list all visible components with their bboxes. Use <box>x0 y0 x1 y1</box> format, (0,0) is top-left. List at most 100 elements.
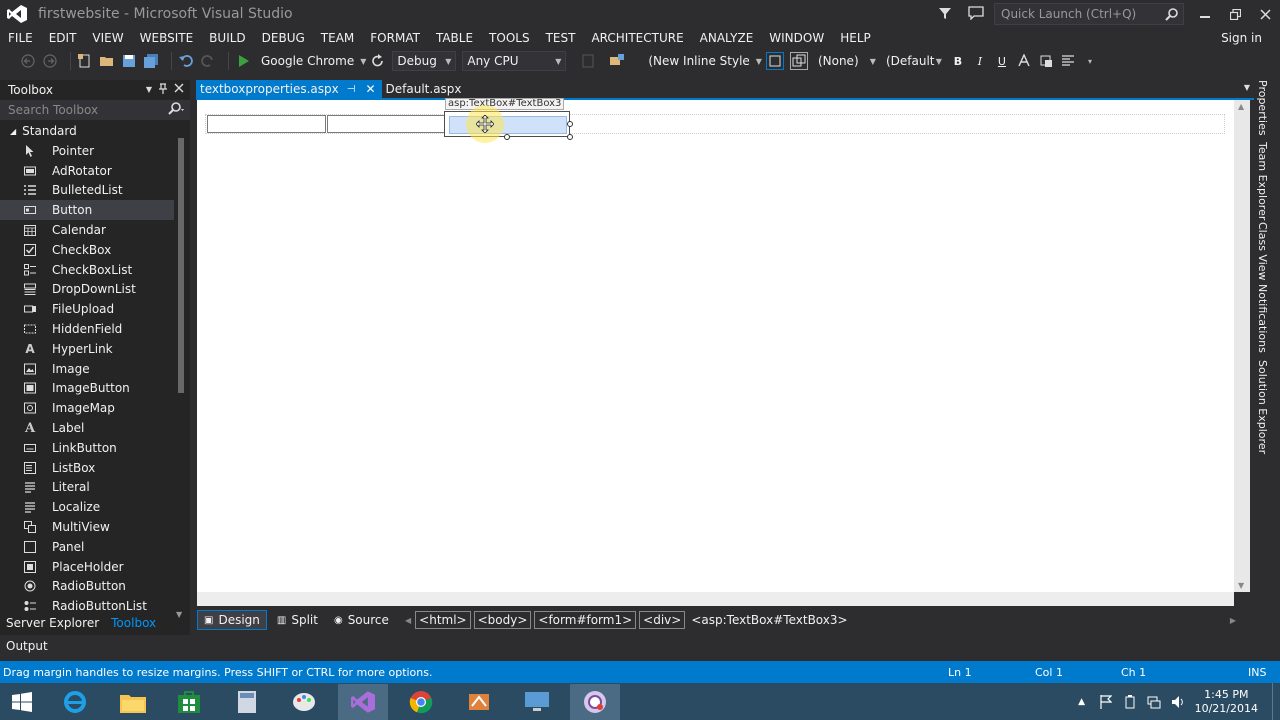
toolbox-item-dropdownlist[interactable]: DropDownList <box>0 280 174 300</box>
toolbox-item-placeholder[interactable]: PlaceHolder <box>0 557 174 577</box>
notification-filter-icon[interactable] <box>938 6 954 22</box>
tab-overflow-dropdown-icon[interactable]: ▼ <box>1244 83 1250 92</box>
scroll-down-icon[interactable]: ▼ <box>176 610 182 619</box>
font-select[interactable]: (Default ▼ <box>882 51 944 71</box>
tab-toolbox[interactable]: Toolbox <box>105 612 162 634</box>
italic-button[interactable]: I <box>972 53 988 69</box>
internet-explorer-icon[interactable] <box>50 684 100 720</box>
browser-select[interactable]: Google Chrome ▼ <box>257 51 370 71</box>
redo-icon[interactable] <box>200 53 216 69</box>
back-icon[interactable] <box>20 53 36 69</box>
store-icon[interactable] <box>164 684 214 720</box>
design-view-button[interactable]: ▣ Design <box>197 610 267 630</box>
scroll-down-icon[interactable]: ▼ <box>1238 581 1244 590</box>
breadcrumb-body[interactable]: <body> <box>473 611 532 629</box>
start-debug-icon[interactable] <box>235 53 251 69</box>
scrollbar-thumb[interactable] <box>178 138 184 393</box>
output-panel-tab[interactable]: Output <box>6 639 48 653</box>
pin-tab-icon[interactable]: ⊣ <box>347 84 356 95</box>
sign-in-link[interactable]: Sign in <box>1221 31 1262 45</box>
toolbox-item-bulletedlist[interactable]: BulletedList <box>0 181 174 201</box>
menu-analyze[interactable]: ANALYZE <box>692 28 762 48</box>
breadcrumb-div[interactable]: <div> <box>639 611 686 629</box>
quick-launch-input[interactable]: Quick Launch (Ctrl+Q) <box>994 3 1184 25</box>
solution-config-select[interactable]: Debug ▼ <box>392 51 457 71</box>
breadcrumb-html[interactable]: <html> <box>415 611 471 629</box>
resize-handle-middle-right[interactable] <box>567 121 573 127</box>
bold-button[interactable]: B <box>950 53 966 69</box>
tab-default-aspx[interactable]: Default.aspx <box>382 80 468 98</box>
start-button[interactable] <box>0 684 44 720</box>
toolbox-item-calendar[interactable]: Calendar <box>0 220 174 240</box>
show-overlay-icon[interactable] <box>789 52 808 70</box>
breadcrumb-prev-icon[interactable]: ◀ <box>405 616 411 625</box>
network-icon[interactable] <box>1147 695 1161 709</box>
highlight-icon[interactable] <box>1038 53 1054 69</box>
toolbox-item-checkbox[interactable]: CheckBox <box>0 240 174 260</box>
show-desktop-button[interactable] <box>1272 683 1280 720</box>
breadcrumb-next-icon[interactable]: ▶ <box>1230 616 1236 625</box>
power-icon[interactable] <box>1123 694 1137 709</box>
menu-help[interactable]: HELP <box>832 28 879 48</box>
reuse-style-icon[interactable] <box>765 52 784 70</box>
menu-tools[interactable]: TOOLS <box>481 28 538 48</box>
visual-studio-taskbar-icon[interactable] <box>338 684 388 720</box>
toolbox-item-adrotator[interactable]: AdRotator <box>0 161 174 181</box>
split-view-button[interactable]: ▥ Split <box>271 610 324 630</box>
toolbox-item-pointer[interactable]: Pointer <box>0 141 174 161</box>
new-project-icon[interactable] <box>77 53 93 69</box>
scroll-up-icon[interactable]: ▲ <box>1238 102 1244 111</box>
side-tab-class-view[interactable]: Class View <box>1256 222 1269 281</box>
toolbox-item-literal[interactable]: Literal <box>0 478 174 498</box>
side-tab-team-explorer[interactable]: Team Explorer <box>1256 142 1269 220</box>
side-tab-properties[interactable]: Properties <box>1256 80 1269 136</box>
toolbox-item-multiview[interactable]: MultiView <box>0 517 174 537</box>
toolbox-item-imagemap[interactable]: ImageMap <box>0 398 174 418</box>
close-panel-icon[interactable] <box>174 83 184 98</box>
solution-platform-select[interactable]: Any CPU ▼ <box>462 51 567 71</box>
toolbox-item-label[interactable]: A Label <box>0 418 174 438</box>
file-explorer-icon[interactable] <box>108 684 158 720</box>
textbox-1[interactable] <box>207 115 326 133</box>
side-tab-notifications[interactable]: Notifications <box>1256 284 1269 353</box>
toolbox-item-listbox[interactable]: ListBox <box>0 458 174 478</box>
undo-icon[interactable] <box>178 53 194 69</box>
align-left-icon[interactable] <box>1060 53 1076 69</box>
toolbox-item-radiobutton[interactable]: RadioButton <box>0 577 174 597</box>
paint-icon[interactable] <box>280 684 330 720</box>
restore-button[interactable] <box>1220 0 1250 28</box>
open-file-icon[interactable] <box>99 53 115 69</box>
side-tab-solution-explorer[interactable]: Solution Explorer <box>1256 360 1269 454</box>
toolbox-item-localize[interactable]: Localize <box>0 497 174 517</box>
menu-table[interactable]: TABLE <box>428 28 481 48</box>
action-center-flag-icon[interactable] <box>1099 694 1113 709</box>
textbox-2[interactable] <box>327 115 445 133</box>
pin-icon[interactable] <box>158 83 168 98</box>
source-view-button[interactable]: ◉ Source <box>328 610 395 630</box>
toolbox-item-hyperlink[interactable]: A HyperLink <box>0 339 174 359</box>
resize-handle-bottom-right[interactable] <box>567 134 573 140</box>
panel-dropdown-icon[interactable]: ▼ <box>146 83 152 98</box>
toolbox-group-standard[interactable]: ◢ Standard <box>0 121 190 141</box>
underline-button[interactable]: U <box>994 53 1010 69</box>
forward-icon[interactable] <box>42 53 58 69</box>
close-window-button[interactable] <box>1250 0 1280 28</box>
toolbox-item-checkboxlist[interactable]: CheckBoxList <box>0 260 174 280</box>
menu-architecture[interactable]: ARCHITECTURE <box>583 28 691 48</box>
show-hidden-icons-icon[interactable]: ▲ <box>1075 695 1089 709</box>
class-select[interactable]: (None) ▼ <box>814 51 878 71</box>
minimize-button[interactable] <box>1190 0 1220 28</box>
remote-desktop-icon[interactable] <box>512 684 562 720</box>
close-tab-icon[interactable]: ✕ <box>365 82 375 96</box>
disabled-tool-icon[interactable] <box>580 53 596 69</box>
breadcrumb-textbox[interactable]: <asp:TextBox#TextBox3> <box>688 611 850 629</box>
taskbar-clock[interactable]: 1:45 PM 10/21/2014 <box>1195 688 1258 716</box>
menu-test[interactable]: TEST <box>538 28 584 48</box>
menu-file[interactable]: FILE <box>0 28 41 48</box>
toolbox-item-panel[interactable]: Panel <box>0 537 174 557</box>
tools-app-icon[interactable] <box>454 684 504 720</box>
toolbar-overflow-icon[interactable]: ▾ <box>1082 53 1098 69</box>
style-application-icon[interactable] <box>610 53 626 69</box>
save-icon[interactable] <box>121 53 137 69</box>
design-surface[interactable]: asp:TextBox#TextBox3 <box>197 98 1234 592</box>
